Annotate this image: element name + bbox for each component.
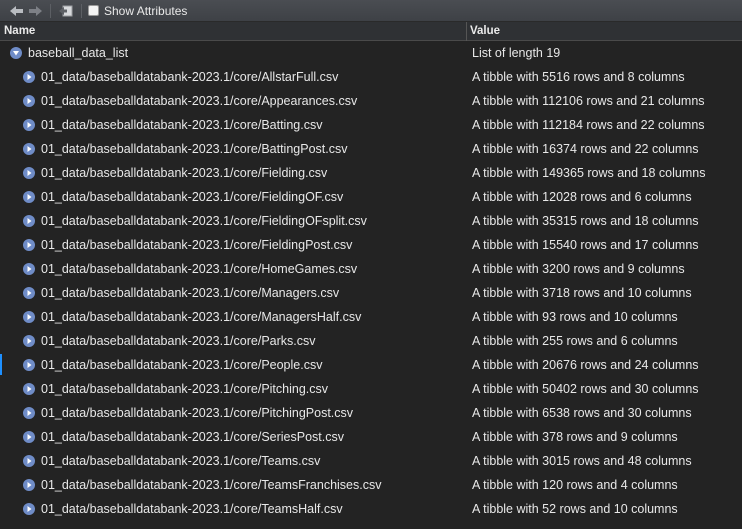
item-value: A tibble with 5516 rows and 8 columns [472, 70, 685, 84]
tree-item-row[interactable]: 01_data/baseballdatabank-2023.1/core/Fie… [0, 209, 742, 233]
expand-icon[interactable] [23, 407, 35, 419]
item-name: 01_data/baseballdatabank-2023.1/core/Bat… [41, 118, 323, 132]
tree-item-row[interactable]: 01_data/baseballdatabank-2023.1/core/Bat… [0, 137, 742, 161]
item-value: A tibble with 20676 rows and 24 columns [472, 358, 699, 372]
expand-icon[interactable] [23, 191, 35, 203]
export-icon[interactable] [57, 3, 75, 19]
item-value: A tibble with 120 rows and 4 columns [472, 478, 678, 492]
item-value: A tibble with 255 rows and 6 columns [472, 334, 678, 348]
item-name: 01_data/baseballdatabank-2023.1/core/Bat… [41, 142, 348, 156]
item-name: 01_data/baseballdatabank-2023.1/core/Fie… [41, 166, 328, 180]
item-value: A tibble with 112106 rows and 21 columns [472, 94, 705, 108]
tree-item-row[interactable]: 01_data/baseballdatabank-2023.1/core/Pit… [0, 377, 742, 401]
item-name: 01_data/baseballdatabank-2023.1/core/Fie… [41, 214, 367, 228]
show-attributes-checkbox[interactable] [88, 5, 99, 16]
item-name: 01_data/baseballdatabank-2023.1/core/Pit… [41, 382, 329, 396]
expand-icon[interactable] [23, 95, 35, 107]
tree-item-row[interactable]: 01_data/baseballdatabank-2023.1/core/Par… [0, 329, 742, 353]
item-value: A tibble with 149365 rows and 18 columns [472, 166, 706, 180]
item-value: A tibble with 93 rows and 10 columns [472, 310, 678, 324]
item-name: 01_data/baseballdatabank-2023.1/core/Par… [41, 334, 316, 348]
column-header: Name Value [0, 22, 742, 41]
item-name: 01_data/baseballdatabank-2023.1/core/Fie… [41, 238, 353, 252]
item-name: 01_data/baseballdatabank-2023.1/core/Fie… [41, 190, 344, 204]
item-name: 01_data/baseballdatabank-2023.1/core/All… [41, 70, 339, 84]
item-name: 01_data/baseballdatabank-2023.1/core/Pit… [41, 406, 354, 420]
item-name: 01_data/baseballdatabank-2023.1/core/App… [41, 94, 358, 108]
tree-item-row[interactable]: 01_data/baseballdatabank-2023.1/core/Fie… [0, 185, 742, 209]
item-value: A tibble with 3200 rows and 9 columns [472, 262, 685, 276]
tree-item-row[interactable]: 01_data/baseballdatabank-2023.1/core/Tea… [0, 497, 742, 521]
toolbar-divider [81, 3, 82, 18]
tree-item-row[interactable]: 01_data/baseballdatabank-2023.1/core/Tea… [0, 473, 742, 497]
tree-item-row[interactable]: 01_data/baseballdatabank-2023.1/core/Fie… [0, 233, 742, 257]
tree-item-row[interactable]: 01_data/baseballdatabank-2023.1/core/Man… [0, 281, 742, 305]
toolbar: Show Attributes [0, 0, 742, 22]
collapse-icon[interactable] [10, 47, 22, 59]
item-value: A tibble with 35315 rows and 18 columns [472, 214, 699, 228]
expand-icon[interactable] [23, 359, 35, 371]
expand-icon[interactable] [23, 455, 35, 467]
tree-item-row[interactable]: 01_data/baseballdatabank-2023.1/core/Peo… [0, 353, 742, 377]
item-name: 01_data/baseballdatabank-2023.1/core/Peo… [41, 358, 323, 372]
column-resize-handle[interactable] [466, 22, 467, 41]
item-name: 01_data/baseballdatabank-2023.1/core/Ser… [41, 430, 344, 444]
expand-icon[interactable] [23, 167, 35, 179]
expand-icon[interactable] [23, 287, 35, 299]
item-name: 01_data/baseballdatabank-2023.1/core/Tea… [41, 478, 382, 492]
item-value: A tibble with 6538 rows and 30 columns [472, 406, 692, 420]
item-value: A tibble with 378 rows and 9 columns [472, 430, 678, 444]
expand-icon[interactable] [23, 311, 35, 323]
value-column-header[interactable]: Value [470, 25, 500, 37]
item-value: A tibble with 15540 rows and 17 columns [472, 238, 699, 252]
expand-icon[interactable] [23, 119, 35, 131]
tree-item-row[interactable]: 01_data/baseballdatabank-2023.1/core/Ser… [0, 425, 742, 449]
item-value: A tibble with 3015 rows and 48 columns [472, 454, 692, 468]
object-tree: baseball_data_list List of length 19 01_… [0, 41, 742, 521]
item-name: 01_data/baseballdatabank-2023.1/core/Tea… [41, 502, 343, 516]
item-name: 01_data/baseballdatabank-2023.1/core/Hom… [41, 262, 358, 276]
tree-item-row[interactable]: 01_data/baseballdatabank-2023.1/core/Bat… [0, 113, 742, 137]
root-name: baseball_data_list [28, 46, 129, 60]
expand-icon[interactable] [23, 431, 35, 443]
item-value: A tibble with 52 rows and 10 columns [472, 502, 678, 516]
item-value: A tibble with 50402 rows and 30 columns [472, 382, 699, 396]
item-value: A tibble with 12028 rows and 6 columns [472, 190, 692, 204]
item-value: A tibble with 112184 rows and 22 columns [472, 118, 705, 132]
item-name: 01_data/baseballdatabank-2023.1/core/Man… [41, 310, 362, 324]
item-name: 01_data/baseballdatabank-2023.1/core/Man… [41, 286, 340, 300]
tree-item-row[interactable]: 01_data/baseballdatabank-2023.1/core/Hom… [0, 257, 742, 281]
expand-icon[interactable] [23, 263, 35, 275]
show-attributes-toggle[interactable]: Show Attributes [88, 4, 187, 18]
expand-icon[interactable] [23, 215, 35, 227]
tree-root-row[interactable]: baseball_data_list List of length 19 [0, 41, 742, 65]
expand-icon[interactable] [23, 383, 35, 395]
expand-icon[interactable] [23, 335, 35, 347]
tree-item-row[interactable]: 01_data/baseballdatabank-2023.1/core/Pit… [0, 401, 742, 425]
name-column-header[interactable]: Name [4, 25, 35, 37]
toolbar-divider [50, 3, 51, 18]
item-name: 01_data/baseballdatabank-2023.1/core/Tea… [41, 454, 321, 468]
item-value: A tibble with 16374 rows and 22 columns [472, 142, 699, 156]
show-attributes-label: Show Attributes [104, 3, 188, 18]
item-value: A tibble with 3718 rows and 10 columns [472, 286, 692, 300]
forward-arrow-icon[interactable] [26, 3, 44, 19]
data-viewer-window: Show Attributes Name Value baseball_data… [0, 0, 742, 529]
expand-icon[interactable] [23, 71, 35, 83]
tree-item-row[interactable]: 01_data/baseballdatabank-2023.1/core/Man… [0, 305, 742, 329]
root-value: List of length 19 [472, 46, 561, 60]
tree-item-row[interactable]: 01_data/baseballdatabank-2023.1/core/Fie… [0, 161, 742, 185]
back-arrow-icon[interactable] [8, 3, 26, 19]
expand-icon[interactable] [23, 479, 35, 491]
expand-icon[interactable] [23, 239, 35, 251]
expand-icon[interactable] [23, 503, 35, 515]
expand-icon[interactable] [23, 143, 35, 155]
tree-item-row[interactable]: 01_data/baseballdatabank-2023.1/core/App… [0, 89, 742, 113]
tree-item-row[interactable]: 01_data/baseballdatabank-2023.1/core/All… [0, 65, 742, 89]
tree-item-row[interactable]: 01_data/baseballdatabank-2023.1/core/Tea… [0, 449, 742, 473]
